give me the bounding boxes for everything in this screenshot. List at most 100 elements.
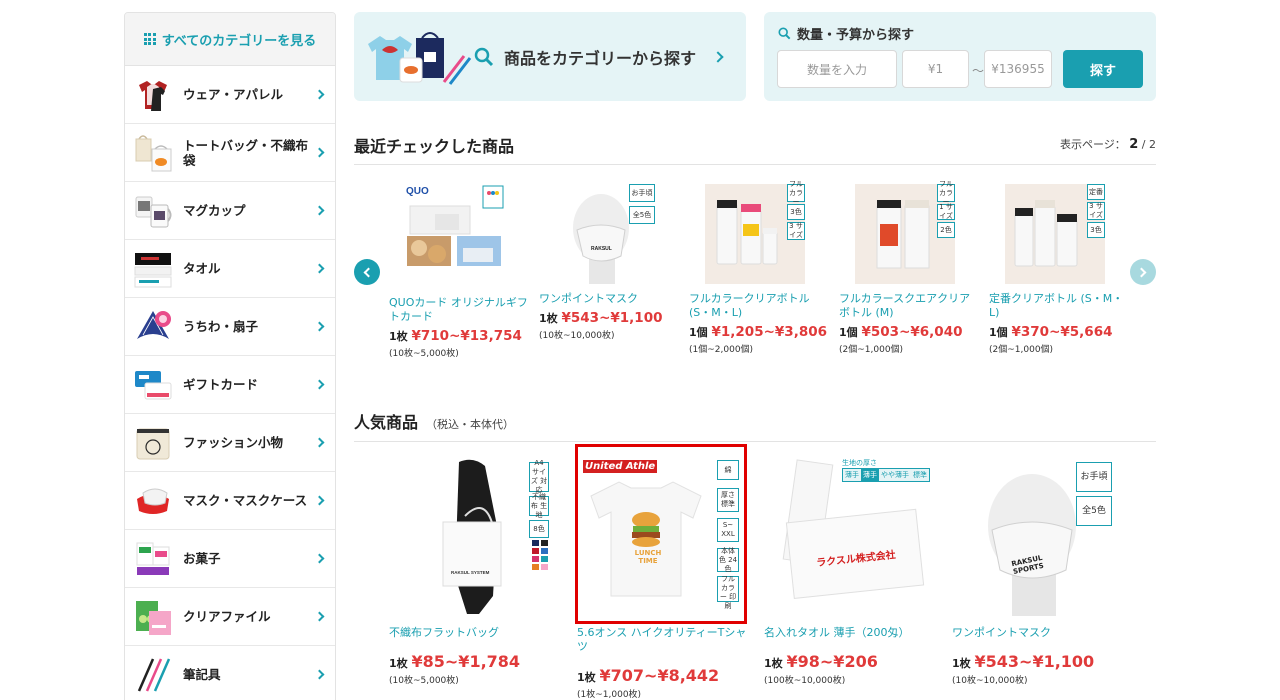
product-name[interactable]: フルカラークリアボトル (S・M・L) [689, 292, 829, 320]
price-range: ¥98~¥206 [786, 652, 878, 671]
carousel-next-button[interactable] [1130, 259, 1156, 285]
popular-product-card[interactable]: RAKSUL SYSTEM A4 サイズ 対応 不織布 生地 8色 不織布フラッ… [389, 456, 559, 686]
sidebar-item-writing-tools[interactable]: 筆記具 [125, 646, 335, 700]
feature-tag: 全5色 [629, 206, 655, 224]
feature-tag: 定番 [1087, 184, 1105, 200]
order-range: (2個~1,000個) [839, 345, 904, 355]
chevron-right-icon [712, 50, 724, 63]
pouch-icon [136, 428, 170, 459]
tote-bag-icon [135, 134, 172, 171]
sidebar-item-label: トートバッグ・不織布袋 [183, 137, 309, 168]
chevron-right-icon [314, 553, 325, 564]
feature-tag: 2色 [937, 222, 955, 238]
sidebar-item-label: うちわ・扇子 [183, 319, 259, 334]
sidebar-item-label: 筆記具 [183, 667, 221, 682]
popular-product-card[interactable]: 生地の厚さ 薄手 薄手 やや薄手 標準 ラクスル株式会社 名入れタオル 薄手（2… [764, 456, 934, 686]
sidebar-item-masks[interactable]: マスク・マスクケース [125, 472, 335, 530]
product-name[interactable]: ワンポイントマスク [952, 626, 1122, 640]
standard-bottle-image: 定番 3 サイズ 3色 [1005, 184, 1105, 284]
sidebar-item-clear-files[interactable]: クリアファイル [125, 588, 335, 646]
search-button[interactable]: 探す [1063, 50, 1143, 88]
towel-icon [134, 252, 172, 287]
sidebar-item-fashion-accessories[interactable]: ファッション小物 [125, 414, 335, 472]
carousel-prev-button[interactable] [354, 259, 380, 285]
feature-tag: 3 サイズ [1087, 202, 1105, 220]
flat-bag-image: RAKSUL SYSTEM A4 サイズ 対応 不織布 生地 8色 [389, 456, 559, 616]
price-range: ¥1,205~¥3,806 [711, 324, 828, 340]
quantity-input[interactable]: 数量を入力 [777, 50, 897, 88]
product-name[interactable]: 不織布フラットバッグ [389, 626, 559, 640]
fan-icon [137, 310, 171, 339]
product-name[interactable]: QUOカード オリジナルギフトカード [389, 296, 529, 324]
all-categories-label: すべてのカテゴリーを見る [161, 33, 317, 49]
divider [354, 164, 1156, 165]
recent-product-card[interactable]: QUO QUOカード オリジナルギフトカード 1枚 ¥710~¥13,754 (… [389, 184, 529, 359]
category-sidebar: すべてのカテゴリーを見る ウェア・アパレル トートバッグ・不織布袋 マグカップ … [124, 12, 336, 700]
thickness-label: 生地の厚さ [842, 459, 877, 467]
sidebar-item-snacks[interactable]: お菓子 [125, 530, 335, 588]
product-name[interactable]: 名入れタオル 薄手（200匁） [764, 626, 934, 640]
category-search-banner[interactable]: 商品をカテゴリーから探す [354, 12, 746, 101]
selection-highlight [575, 444, 747, 624]
banner-products-image [368, 31, 472, 85]
search-icon [474, 47, 494, 66]
pen-icon [137, 657, 171, 692]
sidebar-item-towels[interactable]: タオル [125, 240, 335, 298]
svg-text:RAKSUL: RAKSUL [591, 246, 612, 252]
max-price-input[interactable]: ¥136955 [984, 50, 1052, 88]
sidebar-item-label: タオル [183, 261, 221, 276]
quantity-budget-search: 数量・予算から探す 数量を入力 ¥1 〜 ¥136955 探す [764, 12, 1156, 101]
sidebar-item-label: お菓子 [183, 551, 221, 566]
page-indicator: 表示ページ： 2 / 2 [1060, 136, 1156, 152]
recent-product-card[interactable]: フル カラー 3色 3 サイズ フルカラークリアボトル (S・M・L) 1個 ¥… [689, 180, 829, 356]
sidebar-item-apparel[interactable]: ウェア・アパレル [125, 66, 335, 124]
recent-product-card[interactable]: フル カラー 1 サイズ 2色 フルカラースクエアクリアボトル (M) 1個 ¥… [839, 179, 979, 356]
price-unit: 1枚 [389, 657, 408, 670]
mug-icon [135, 196, 172, 227]
popular-section-title: 人気商品 （税込・本体代） [354, 409, 514, 433]
towel-image: 生地の厚さ 薄手 薄手 やや薄手 標準 ラクスル株式会社 [764, 456, 934, 616]
tshirt-icon [139, 80, 167, 111]
min-price-input[interactable]: ¥1 [902, 50, 969, 88]
order-range: (10枚~10,000枚) [539, 331, 615, 341]
chevron-right-icon [314, 147, 325, 158]
sidebar-item-tote-bags[interactable]: トートバッグ・不織布袋 [125, 124, 335, 182]
thickness-option: 薄手 [843, 469, 861, 481]
price-unit: 1個 [839, 326, 858, 339]
order-range: (10枚~5,000枚) [389, 349, 459, 359]
product-price: 1個 ¥370~¥5,664 [989, 324, 1129, 340]
feature-tag: フル カラー [937, 179, 955, 206]
recent-title-text: 最近チェックした商品 [354, 137, 515, 156]
price-unit: 1枚 [389, 330, 408, 343]
product-name[interactable]: 定番クリアボトル (S・M・L) [989, 292, 1129, 320]
clear-bottle-image: フル カラー 3色 3 サイズ [705, 180, 805, 284]
feature-tag: A4 サイズ 対応 [529, 459, 549, 494]
order-range: (10枚~10,000枚) [952, 676, 1028, 686]
feature-tag: 3 サイズ [787, 222, 805, 240]
quantity-search-title: 数量・予算から探す [797, 28, 915, 43]
popular-subtitle: （税込・本体代） [426, 418, 515, 431]
sidebar-item-mugs[interactable]: マグカップ [125, 182, 335, 240]
sidebar-item-gift-cards[interactable]: ギフトカード [125, 356, 335, 414]
product-name[interactable]: ワンポイントマスク [539, 292, 679, 306]
chevron-right-icon [314, 321, 325, 332]
sidebar-item-fans[interactable]: うちわ・扇子 [125, 298, 335, 356]
product-price: 1枚 ¥543~¥1,100 [952, 652, 1122, 671]
chevron-right-icon [314, 495, 325, 506]
snack-icon [136, 542, 170, 575]
svg-text:RAKSUL SYSTEM: RAKSUL SYSTEM [451, 570, 490, 575]
product-price: 1枚 ¥85~¥1,784 [389, 652, 559, 671]
mask-product-image: RAKSUL SPORTS お手頃 全5色 [952, 456, 1122, 616]
product-name[interactable]: フルカラースクエアクリアボトル (M) [839, 292, 979, 320]
product-name[interactable]: 5.6オンス ハイクオリティーTシャツ [577, 626, 747, 654]
sidebar-item-label: マグカップ [183, 203, 246, 218]
recent-product-card[interactable]: RAKSUL お手頃 全5色 ワンポイントマスク 1枚 ¥543~¥1,100 … [539, 184, 679, 341]
sidebar-item-label: ファッション小物 [183, 435, 284, 450]
popular-product-card[interactable]: RAKSUL SPORTS お手頃 全5色 ワンポイントマスク 1枚 ¥543~… [952, 456, 1122, 686]
sidebar-item-label: クリアファイル [183, 609, 271, 624]
all-categories-link[interactable]: すべてのカテゴリーを見る [125, 13, 335, 66]
page-total: / 2 [1141, 138, 1156, 151]
clear-file-icon [136, 600, 171, 635]
recent-product-card[interactable]: 定番 3 サイズ 3色 定番クリアボトル (S・M・L) 1個 ¥370~¥5,… [989, 184, 1129, 355]
order-range: (1枚~1,000枚) [577, 690, 642, 700]
